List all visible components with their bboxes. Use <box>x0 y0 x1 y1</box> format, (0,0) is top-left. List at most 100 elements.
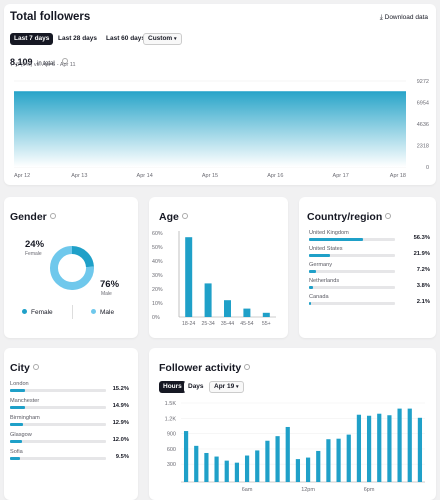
x-tick-label: Apr 13 <box>71 173 87 179</box>
country-row-value: 3.8% <box>416 283 430 289</box>
x-tick-label: Apr 16 <box>267 173 283 179</box>
activity-bar-hour-6 <box>244 455 250 482</box>
y-tick-label: 20% <box>152 287 163 293</box>
activity-card: Follower activity Hours Days Apr 19 ▾ 1.… <box>149 348 436 500</box>
country-card: Country/region United Kingdom 56.3% United… <box>299 197 436 338</box>
country-title: Country/region <box>307 211 383 223</box>
city-row-value: 15.2% <box>112 386 129 392</box>
y-tick-label: 1.2K <box>165 416 177 422</box>
activity-bar-hour-4 <box>224 460 229 482</box>
activity-bar-hour-21 <box>397 408 402 482</box>
y-tick-label: 4636 <box>417 122 429 128</box>
male-pct: 76% <box>100 279 120 290</box>
activity-bar-hour-22 <box>407 408 412 482</box>
x-tick-label: 35-44 <box>221 321 234 327</box>
activity-bar-hour-13 <box>316 450 321 482</box>
y-tick-label: 10% <box>152 301 163 307</box>
donut-slice-female <box>71 246 94 268</box>
x-tick-label: Apr 14 <box>137 173 153 179</box>
activity-bar-hour-23 <box>417 417 423 482</box>
x-tick-label: 55+ <box>262 321 271 327</box>
country-row-label: Canada <box>309 294 329 300</box>
activity-bar-hour-15 <box>336 438 341 482</box>
activity-bar-hour-10 <box>285 426 290 482</box>
y-tick-label: 0 <box>426 165 429 171</box>
activity-bar-hour-7 <box>255 450 260 482</box>
y-tick-label: 300 <box>167 462 176 468</box>
legend-divider <box>72 305 73 319</box>
x-tick-label: Apr 15 <box>202 173 218 179</box>
country-row-bar-fill <box>309 302 311 305</box>
city-row-bar-fill <box>10 457 20 460</box>
city-row-label: Manchester <box>10 398 40 404</box>
city-row-label: Glasgow <box>10 432 32 438</box>
female-dot-icon <box>22 309 27 314</box>
age-bar-25-34 <box>204 283 212 317</box>
country-row-bar-fill <box>309 238 363 241</box>
x-tick-label: Apr 18 <box>390 173 406 179</box>
age-card: Age 60% 50% 40% 30% 20% 10% 0% 18-24 25-34 35-44 4… <box>149 197 288 338</box>
activity-bar-hour-18 <box>366 415 372 482</box>
city-row-bar-fill <box>10 423 23 426</box>
legend-female-label: Female <box>31 309 53 316</box>
country-row-value: 21.9% <box>413 251 430 257</box>
activity-bar-hour-5 <box>234 462 240 482</box>
activity-bar-hour-17 <box>356 414 362 482</box>
activity-bar-hour-8 <box>265 440 270 482</box>
age-bar-35-44 <box>224 300 231 317</box>
age-bar-chart: 60% 50% 40% 30% 20% 10% 0% 18-24 25-34 35-44 45-54… <box>152 231 276 327</box>
country-row-value: 7.2% <box>416 267 430 273</box>
country-row-label: Netherlands <box>309 278 340 284</box>
x-tick-label: 25-34 <box>201 321 214 327</box>
total-followers-card: Total followers ⤓ Download data Last 7 d… <box>4 4 436 185</box>
activity-bar-hour-2 <box>204 452 209 482</box>
x-tick-label: 45-54 <box>240 321 253 327</box>
followers-area-chart: 9272 6954 4636 2318 0 Apr 12 Apr 13 Apr 14 Apr … <box>14 79 429 179</box>
activity-bar-hour-16 <box>346 434 351 482</box>
city-title: City <box>10 362 30 374</box>
female-pct: 24% <box>25 239 45 250</box>
activity-bar-hour-14 <box>326 439 331 482</box>
country-row-label: United States <box>309 246 343 252</box>
male-pct-label: Male <box>101 291 112 297</box>
y-tick-label: 9272 <box>417 79 429 85</box>
info-icon <box>32 363 39 370</box>
city-row-label: London <box>10 381 29 387</box>
city-title-row: City <box>10 358 39 376</box>
city-row-bar-fill <box>10 440 22 443</box>
y-tick-label: 1.5K <box>165 401 177 407</box>
country-row-bar-track <box>309 286 395 289</box>
city-row-bar-track <box>10 457 106 460</box>
country-row-value: 2.1% <box>416 299 430 305</box>
city-row-label: Birmingham <box>10 415 40 421</box>
city-row-bar-fill <box>10 389 26 392</box>
city-row-value: 12.0% <box>112 437 129 443</box>
activity-bar-hour-3 <box>214 456 219 482</box>
country-row-bar-fill <box>309 254 330 257</box>
age-bar-55+ <box>262 312 270 317</box>
x-tick-label: Apr 12 <box>14 173 30 179</box>
age-bar-45-54 <box>243 308 251 317</box>
male-dot-icon <box>91 309 96 314</box>
activity-bar-hour-9 <box>275 436 280 482</box>
x-tick-label: 6pm <box>364 487 375 493</box>
activity-bar-hour-12 <box>305 457 311 482</box>
country-row-label: United Kingdom <box>309 230 349 236</box>
country-row-bar-fill <box>309 286 313 289</box>
country-row-label: Germany <box>309 262 333 268</box>
x-tick-label: 12pm <box>301 487 315 493</box>
activity-bar-hour-11 <box>295 459 301 482</box>
city-row-bar-track <box>10 440 106 443</box>
city-card: City London 15.2% Manchester 14.9% Birmingha… <box>4 348 138 500</box>
y-tick-label: 0% <box>152 315 160 321</box>
city-row-label: Sofia <box>10 449 23 455</box>
country-title-row: Country/region <box>307 207 392 225</box>
y-tick-label: 30% <box>152 273 163 279</box>
city-row-value: 9.5% <box>115 454 129 460</box>
legend-male-label: Male <box>100 309 115 316</box>
legend-female: Female <box>22 309 53 316</box>
gender-donut-chart <box>50 246 94 290</box>
x-tick-label: Apr 17 <box>333 173 349 179</box>
gender-card: Gender 24% Female 76% Male Female Male <box>4 197 138 338</box>
y-tick-label: 50% <box>152 245 163 251</box>
